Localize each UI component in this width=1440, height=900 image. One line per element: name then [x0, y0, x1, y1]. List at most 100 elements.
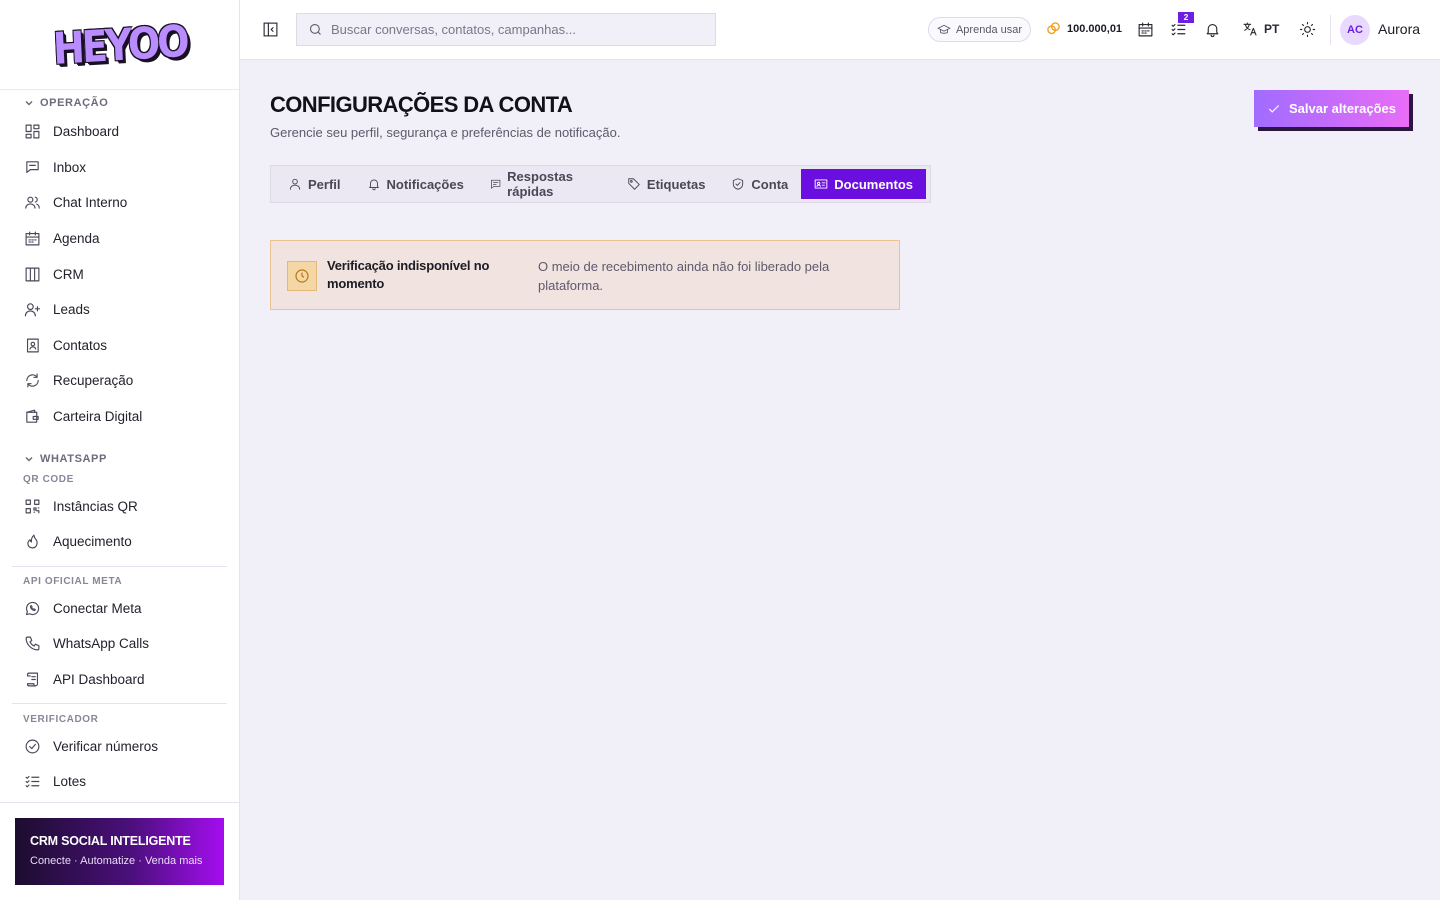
tasks-button[interactable]: 2	[1170, 12, 1194, 38]
page-subtitle: Gerencie seu perfil, segurança e preferê…	[270, 125, 621, 140]
divider	[12, 703, 227, 705]
sidebar-item-lotes[interactable]: Lotes	[0, 764, 239, 800]
subsection-qr-code: QR CODE	[23, 473, 74, 485]
settings-tabs: Perfil Notificações Respostas rápidas Et…	[270, 165, 931, 203]
user-name[interactable]: Aurora	[1378, 21, 1420, 37]
graduation-cap-icon	[937, 24, 951, 34]
tab-notificacoes[interactable]: Notificações	[354, 169, 477, 199]
sidebar-item-label: Contatos	[53, 337, 108, 353]
sidebar-item-label: API Dashboard	[53, 672, 145, 688]
tasks-badge: 2	[1178, 12, 1194, 23]
sidebar-item-aquecimento[interactable]: Aquecimento	[0, 524, 239, 560]
notifications-button[interactable]	[1204, 21, 1221, 38]
bell-icon	[1206, 23, 1219, 38]
sidebar-item-inbox[interactable]: Inbox	[0, 150, 239, 186]
tab-respostas-rapidas[interactable]: Respostas rápidas	[477, 169, 614, 199]
sidebar-item-carteira[interactable]: Carteira Digital	[0, 399, 239, 435]
tag-icon	[628, 178, 640, 190]
dashboard-icon	[25, 124, 40, 139]
panel-left-icon	[263, 22, 278, 37]
sidebar-item-label: Dashboard	[53, 124, 120, 140]
wallet-icon	[26, 409, 39, 423]
subsection-verificador: VERIFICADOR	[23, 713, 99, 725]
chat-icon	[26, 161, 39, 173]
save-button-label: Salvar alterações	[1289, 101, 1396, 116]
message-square-icon	[490, 179, 501, 189]
sidebar-item-label: Inbox	[53, 159, 87, 175]
coins-balance[interactable]: 100.000,01	[1046, 21, 1122, 36]
collapse-sidebar-button[interactable]	[262, 21, 279, 38]
contact-book-icon	[26, 338, 39, 353]
sidebar-item-label: Aquecimento	[53, 534, 132, 550]
sidebar-item-recuperacao[interactable]: Recuperação	[0, 363, 239, 399]
tab-label: Perfil	[308, 176, 341, 192]
list-check-icon	[1171, 23, 1186, 36]
sidebar-item-dashboard[interactable]: Dashboard	[0, 114, 239, 150]
learn-label: Aprenda usar	[955, 23, 1023, 36]
sidebar-item-chat-interno[interactable]: Chat Interno	[0, 185, 239, 221]
sun-icon	[1299, 21, 1316, 38]
bell-icon	[368, 179, 379, 191]
calendar-icon	[1138, 22, 1153, 37]
sidebar-item-verificar[interactable]: Verificar números	[0, 728, 239, 764]
phone-icon	[25, 636, 40, 651]
theme-toggle-button[interactable]	[1299, 21, 1316, 38]
tab-conta[interactable]: Conta	[718, 169, 801, 199]
logo-area: HEYOO	[0, 0, 239, 90]
divider	[1330, 15, 1331, 45]
divider	[0, 802, 239, 803]
avatar[interactable]: AC	[1340, 15, 1370, 45]
tab-label: Etiquetas	[646, 176, 706, 192]
clock-icon	[295, 269, 309, 283]
tab-perfil[interactable]: Perfil	[275, 169, 354, 199]
verification-alert: Verificação indisponível no momento O me…	[270, 240, 900, 310]
check-circle-icon	[25, 739, 40, 754]
tab-documentos[interactable]: Documentos	[801, 169, 926, 199]
sidebar-item-label: Agenda	[53, 231, 100, 247]
promo-subtitle: Conecte · Automatize · Venda mais	[30, 855, 203, 867]
shield-check-icon	[733, 178, 744, 190]
qr-code-icon	[25, 499, 40, 514]
sidebar-item-api-dashboard[interactable]: API Dashboard	[0, 662, 239, 698]
translate-icon	[1243, 22, 1257, 36]
list-check-icon	[25, 776, 40, 788]
learn-button[interactable]: Aprenda usar	[928, 17, 1031, 42]
users-icon	[25, 197, 40, 210]
section-operacao[interactable]: OPERAÇÃO	[0, 92, 239, 114]
sidebar: HEYOO OPERAÇÃO Dashboard Inbox Chat Inte…	[0, 0, 240, 900]
sidebar-item-label: CRM	[53, 266, 84, 282]
alert-text: O meio de recebimento ainda não foi libe…	[538, 259, 830, 293]
search-input[interactable]	[331, 22, 691, 37]
sidebar-item-label: Recuperação	[53, 373, 134, 389]
language-button[interactable]: PT	[1242, 21, 1279, 37]
sidebar-item-label: Verificar números	[53, 738, 159, 754]
sidebar-item-contatos[interactable]: Contatos	[0, 328, 239, 364]
sidebar-item-label: WhatsApp Calls	[53, 636, 150, 652]
app-logo[interactable]: HEYOO	[52, 15, 188, 74]
language-label: PT	[1264, 22, 1280, 36]
section-label: OPERAÇÃO	[40, 97, 109, 109]
divider	[12, 565, 227, 567]
coins-value: 100.000,01	[1067, 22, 1123, 35]
sidebar-item-whatsapp-calls[interactable]: WhatsApp Calls	[0, 626, 239, 662]
sidebar-item-instancias-qr[interactable]: Instâncias QR	[0, 488, 239, 524]
tab-etiquetas[interactable]: Etiquetas	[614, 169, 719, 199]
sidebar-item-leads[interactable]: Leads	[0, 292, 239, 328]
sidebar-nav: OPERAÇÃO Dashboard Inbox Chat Interno Ag…	[0, 92, 239, 802]
section-whatsapp[interactable]: WHATSAPP	[0, 448, 239, 470]
flame-icon	[27, 534, 38, 549]
sidebar-item-crm[interactable]: CRM	[0, 256, 239, 292]
tab-label: Documentos	[834, 176, 913, 192]
save-button[interactable]: Salvar alterações	[1254, 90, 1409, 127]
subsection-api-meta: API OFICIAL META	[23, 576, 123, 588]
alert-icon-box	[287, 261, 317, 291]
tab-label: Respostas rápidas	[507, 169, 573, 199]
calendar-button[interactable]	[1137, 21, 1154, 38]
sidebar-item-agenda[interactable]: Agenda	[0, 221, 239, 257]
promo-title: CRM SOCIAL INTELIGENTE	[30, 834, 191, 848]
alert-title: Verificação indisponível no momento	[327, 258, 490, 291]
id-card-icon	[814, 179, 828, 189]
search-bar[interactable]	[296, 13, 716, 46]
promo-banner[interactable]: CRM SOCIAL INTELIGENTE Conecte · Automat…	[15, 818, 224, 885]
sidebar-item-conectar-meta[interactable]: Conectar Meta	[0, 591, 239, 627]
